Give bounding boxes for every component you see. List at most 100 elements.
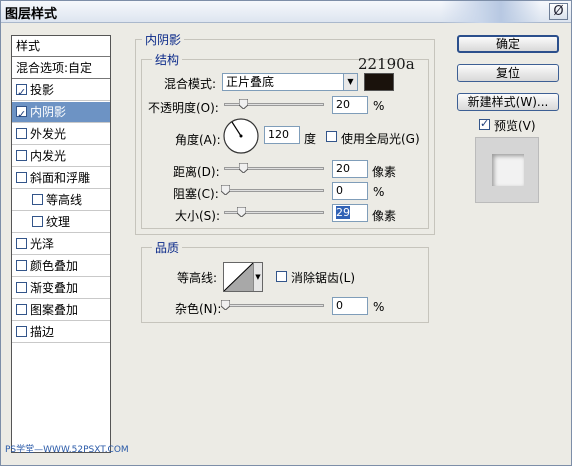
window-title: 图层样式 xyxy=(5,7,58,22)
style-item-checkbox[interactable] xyxy=(16,150,27,161)
preview-label[interactable]: 预览(V) xyxy=(494,117,536,134)
angle-unit: 度 xyxy=(304,132,317,146)
style-item-8[interactable]: 颜色叠加 xyxy=(12,256,110,277)
angle-dial[interactable] xyxy=(222,117,260,155)
choke-unit: % xyxy=(373,185,385,199)
noise-value: 0 xyxy=(336,299,343,312)
angle-label: 角度(A): xyxy=(175,133,221,147)
title-bar: 图层样式 Ø xyxy=(1,1,571,23)
style-item-checkbox[interactable] xyxy=(16,172,27,183)
blend-mode-value: 正片叠底 xyxy=(226,75,275,89)
inner-shadow-title: 内阴影 xyxy=(142,31,185,48)
size-input[interactable]: 29 xyxy=(332,204,368,222)
style-item-label: 外发光 xyxy=(30,127,67,141)
style-item-checkbox[interactable] xyxy=(32,216,43,227)
style-item-label: 渐变叠加 xyxy=(30,281,79,295)
style-item-checkbox[interactable] xyxy=(16,282,27,293)
style-item-7[interactable]: 光泽 xyxy=(12,234,110,255)
global-light-label[interactable]: 使用全局光(G) xyxy=(341,130,420,147)
style-item-3[interactable]: 内发光 xyxy=(12,146,110,167)
close-button[interactable]: Ø xyxy=(549,3,568,20)
anti-alias-label[interactable]: 消除锯齿(L) xyxy=(291,269,355,286)
style-item-9[interactable]: 渐变叠加 xyxy=(12,278,110,299)
noise-input[interactable]: 0 xyxy=(332,297,368,315)
style-item-label: 纹理 xyxy=(46,215,71,229)
angle-input[interactable]: 120 xyxy=(264,126,300,144)
style-item-1[interactable]: 内阴影 xyxy=(12,102,110,125)
style-item-checkbox[interactable] xyxy=(16,260,27,271)
blend-options-item[interactable]: 混合选项:自定 xyxy=(12,58,110,79)
style-item-6[interactable]: 纹理 xyxy=(12,212,110,233)
preview-checkbox[interactable] xyxy=(479,117,490,130)
styles-header[interactable]: 样式 xyxy=(12,36,110,57)
style-item-checkbox[interactable] xyxy=(16,304,27,315)
size-slider-thumb[interactable] xyxy=(237,207,246,217)
distance-input[interactable]: 20 xyxy=(332,160,368,178)
new-style-button[interactable]: 新建样式(W)... xyxy=(457,93,559,111)
global-light-checkbox[interactable] xyxy=(326,131,337,142)
style-item-checkbox[interactable] xyxy=(16,128,27,139)
style-item-5[interactable]: 等高线 xyxy=(12,190,110,211)
title-decoration xyxy=(441,1,541,23)
distance-unit: 像素 xyxy=(372,165,397,179)
choke-label: 阻塞(C): xyxy=(173,187,219,201)
style-item-label: 图案叠加 xyxy=(30,303,79,317)
style-item-label: 等高线 xyxy=(46,193,83,207)
style-item-4[interactable]: 斜面和浮雕 xyxy=(12,168,110,189)
style-item-checkbox[interactable] xyxy=(16,238,27,249)
distance-label: 距离(D): xyxy=(173,165,220,179)
layer-style-dialog: 图层样式 Ø 样式 混合选项:自定 投影内阴影外发光内发光斜面和浮雕等高线纹理光… xyxy=(0,0,572,466)
choke-slider-track[interactable] xyxy=(224,189,324,192)
style-preview-thumbnail xyxy=(475,137,539,203)
opacity-input[interactable]: 20 xyxy=(332,96,368,114)
contour-label: 等高线: xyxy=(177,271,218,285)
noise-unit: % xyxy=(373,300,385,314)
style-item-label: 光泽 xyxy=(30,237,55,251)
style-item-checkbox[interactable] xyxy=(16,104,27,125)
preview-swatch xyxy=(492,154,524,186)
quality-title: 品质 xyxy=(152,239,183,256)
choke-input[interactable]: 0 xyxy=(332,182,368,200)
noise-label: 杂色(N): xyxy=(175,302,222,316)
shadow-color-swatch[interactable] xyxy=(364,73,394,91)
color-code-label: 22190a xyxy=(358,55,415,73)
style-item-2[interactable]: 外发光 xyxy=(12,124,110,145)
style-item-label: 内发光 xyxy=(30,149,67,163)
style-item-label: 描边 xyxy=(30,325,55,339)
structure-title: 结构 xyxy=(152,51,183,68)
blend-mode-label: 混合模式: xyxy=(164,77,217,91)
opacity-slider-thumb[interactable] xyxy=(239,99,248,109)
contour-picker[interactable]: ▼ xyxy=(223,262,263,292)
chevron-down-icon[interactable]: ▼ xyxy=(253,263,262,291)
style-item-0[interactable]: 投影 xyxy=(12,80,110,103)
choke-value: 0 xyxy=(336,184,343,197)
style-item-label: 斜面和浮雕 xyxy=(30,171,91,185)
opacity-unit: % xyxy=(373,99,385,113)
size-label: 大小(S): xyxy=(175,209,221,223)
styles-list: 样式 混合选项:自定 投影内阴影外发光内发光斜面和浮雕等高线纹理光泽颜色叠加渐变… xyxy=(11,35,111,453)
ok-button[interactable]: 确定 xyxy=(457,35,559,53)
noise-slider-track[interactable] xyxy=(224,304,324,307)
style-item-checkbox[interactable] xyxy=(16,326,27,337)
choke-slider-thumb[interactable] xyxy=(221,185,230,195)
anti-alias-checkbox[interactable] xyxy=(276,271,287,282)
size-value: 29 xyxy=(336,206,350,219)
distance-slider-thumb[interactable] xyxy=(239,163,248,173)
style-item-11[interactable]: 描边 xyxy=(12,322,110,343)
reset-button[interactable]: 复位 xyxy=(457,64,559,82)
angle-value: 120 xyxy=(268,128,289,141)
style-item-10[interactable]: 图案叠加 xyxy=(12,300,110,321)
noise-slider-thumb[interactable] xyxy=(221,300,230,310)
style-item-checkbox[interactable] xyxy=(32,194,43,205)
opacity-value: 20 xyxy=(336,98,350,111)
blend-mode-select[interactable]: 正片叠底 ▼ xyxy=(222,73,358,91)
style-item-checkbox[interactable] xyxy=(16,82,27,103)
size-unit: 像素 xyxy=(372,209,397,223)
style-item-label: 投影 xyxy=(30,83,55,97)
style-item-label: 内阴影 xyxy=(30,105,67,119)
watermark: PS学堂—WWW.52PSXT.COM xyxy=(5,445,129,455)
opacity-label: 不透明度(O): xyxy=(148,101,219,115)
style-item-label: 颜色叠加 xyxy=(30,259,79,273)
distance-value: 20 xyxy=(336,162,350,175)
chevron-down-icon[interactable]: ▼ xyxy=(343,74,357,90)
